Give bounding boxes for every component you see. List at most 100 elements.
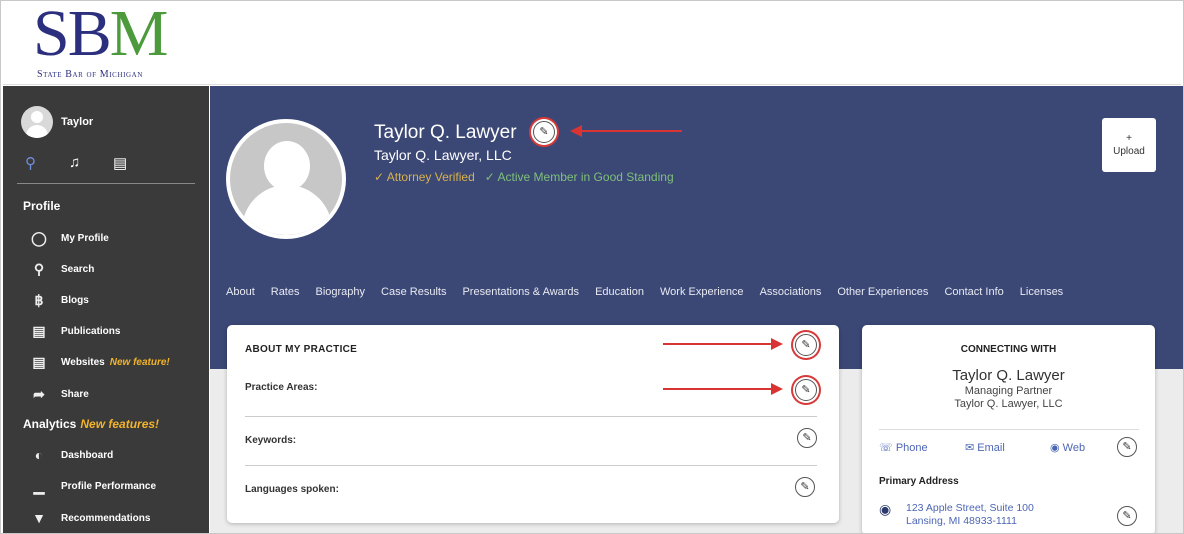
tab-education[interactable]: Education xyxy=(595,286,644,298)
pencil-icon: ✎ xyxy=(539,126,549,138)
blog-icon: ฿ xyxy=(34,291,44,308)
mail-icon: ✉ xyxy=(965,442,975,454)
gauge-icon: ◐ xyxy=(34,447,44,463)
logo-tagline: State Bar of Michigan xyxy=(37,69,143,80)
avatar-head xyxy=(264,141,310,191)
good-standing-badge: ✓ Active Member in Good Standing xyxy=(484,170,674,184)
address-title: Primary Address xyxy=(879,476,959,487)
practice-areas-label: Practice Areas: xyxy=(245,382,318,393)
edit-name-button[interactable]: ✎ xyxy=(533,121,555,143)
phone-icon: ☏ xyxy=(879,442,893,454)
status-badges: ✓ Attorney Verified ✓ Active Member in G… xyxy=(374,170,674,184)
map-pin-icon: ◉ xyxy=(879,501,892,517)
award-icon: ▼ xyxy=(32,510,46,526)
tab-associations[interactable]: Associations xyxy=(760,286,822,298)
plus-icon: + xyxy=(1126,133,1132,144)
user-name: Taylor xyxy=(61,116,94,128)
sidebar-item-websites[interactable]: ▤ Websites New feature! xyxy=(29,352,170,372)
sidebar-item-my-profile[interactable]: ◯ My Profile xyxy=(29,228,109,248)
phone-link[interactable]: ☏ Phone xyxy=(879,441,928,454)
new-features-badge: New features! xyxy=(80,417,160,431)
search-icon: ⚲ xyxy=(33,260,45,277)
pencil-icon: ✎ xyxy=(1122,441,1132,453)
divider xyxy=(245,465,817,466)
card-title: ABOUT MY PRACTICE xyxy=(245,344,358,355)
bar-chart-icon: ▁ xyxy=(33,477,45,494)
app-frame: SBM State Bar of Michigan Taylor ⚲ ♫ ▤ P… xyxy=(0,0,1184,534)
sidebar-item-dashboard[interactable]: ◐ Dashboard xyxy=(29,445,113,465)
avatar-body xyxy=(242,185,332,235)
sidebar-item-label: Recommendations xyxy=(61,512,151,524)
pencil-icon: ✎ xyxy=(1122,510,1132,522)
contact-firm: Taylor Q. Lawyer, LLC xyxy=(954,398,1063,410)
tab-presentations-awards[interactable]: Presentations & Awards xyxy=(462,286,579,298)
contact-name: Taylor Q. Lawyer xyxy=(952,367,1065,384)
tab-contact-info[interactable]: Contact Info xyxy=(944,286,1003,298)
annotation-arrow xyxy=(570,125,682,137)
edit-about-button[interactable]: ✎ xyxy=(795,334,817,356)
profile-firm: Taylor Q. Lawyer, LLC xyxy=(374,147,512,163)
edit-keywords-button[interactable]: ✎ xyxy=(797,428,817,448)
new-feature-badge: New feature! xyxy=(109,356,170,368)
tab-rates[interactable]: Rates xyxy=(271,286,300,298)
email-link[interactable]: ✉ Email xyxy=(965,441,1005,454)
tab-work-experience[interactable]: Work Experience xyxy=(660,286,744,298)
sidebar-item-profile-performance[interactable]: ▁ Profile Performance xyxy=(29,476,156,496)
about-practice-card: ABOUT MY PRACTICE ✎ Practice Areas: ✎ Ke… xyxy=(227,325,839,523)
edit-practice-areas-button[interactable]: ✎ xyxy=(795,379,817,401)
divider xyxy=(245,416,817,417)
edit-languages-button[interactable]: ✎ xyxy=(795,477,815,497)
sidebar-item-blogs[interactable]: ฿ Blogs xyxy=(29,290,89,310)
sidebar-item-label: Search xyxy=(61,263,95,275)
address-line-2: Lansing, MI 48933-1111 xyxy=(906,515,1017,527)
sidebar-item-label: My Profile xyxy=(61,232,109,244)
tab-biography[interactable]: Biography xyxy=(316,286,366,298)
contact-role: Managing Partner xyxy=(964,385,1053,397)
analytics-heading: Analytics New features! xyxy=(23,417,160,431)
profile-photo[interactable] xyxy=(226,119,346,239)
sidebar-item-label: Profile Performance xyxy=(61,480,157,492)
tab-about[interactable]: About xyxy=(226,286,255,298)
sidebar-user[interactable]: Taylor xyxy=(21,106,93,138)
languages-label: Languages spoken: xyxy=(245,484,339,495)
document-icon: ▤ xyxy=(32,322,46,339)
pencil-icon: ✎ xyxy=(801,384,811,396)
pencil-icon: ✎ xyxy=(800,481,810,493)
tab-other-experiences[interactable]: Other Experiences xyxy=(837,286,928,298)
user-circle-icon: ◯ xyxy=(31,229,47,246)
message-icon[interactable]: ▤ xyxy=(113,154,127,172)
pencil-icon: ✎ xyxy=(801,339,811,351)
site-header: SBM State Bar of Michigan xyxy=(3,1,1181,85)
tab-licenses[interactable]: Licenses xyxy=(1020,286,1063,298)
address-line-1: 123 Apple Street, Suite 100 xyxy=(906,502,1034,514)
avatar xyxy=(21,106,53,138)
search-icon[interactable]: ⚲ xyxy=(25,154,36,172)
annotation-arrow xyxy=(663,383,783,395)
sidebar-item-publications[interactable]: ▤ Publications xyxy=(29,321,120,341)
sbm-logo[interactable]: SBM State Bar of Michigan xyxy=(33,1,183,83)
edit-contact-button[interactable]: ✎ xyxy=(1117,437,1137,457)
sidebar-item-search[interactable]: ⚲ Search xyxy=(29,259,95,279)
sidebar-item-share[interactable]: ➦ Share xyxy=(29,384,89,404)
sidebar: Taylor ⚲ ♫ ▤ Profile ◯ My Profile ⚲ Sear… xyxy=(3,86,209,533)
upload-button[interactable]: + Upload xyxy=(1102,118,1156,172)
edit-address-button[interactable]: ✎ xyxy=(1117,506,1137,526)
sidebar-item-label: Dashboard xyxy=(61,449,114,461)
divider xyxy=(879,429,1139,430)
logo-mark: SBM xyxy=(33,0,168,70)
document-icon: ▤ xyxy=(32,353,46,370)
sidebar-item-label: Blogs xyxy=(61,294,89,306)
tab-case-results[interactable]: Case Results xyxy=(381,286,446,298)
sidebar-item-label: Websites xyxy=(61,356,105,368)
share-icon: ➦ xyxy=(33,385,45,402)
attorney-verified-badge: ✓ Attorney Verified xyxy=(374,170,475,184)
profile-tabs: About Rates Biography Case Results Prese… xyxy=(226,286,1063,298)
quick-actions: ⚲ ♫ ▤ xyxy=(17,150,195,184)
web-link[interactable]: ◉ Web xyxy=(1050,441,1085,454)
card-title: CONNECTING WITH xyxy=(960,344,1057,355)
bell-icon[interactable]: ♫ xyxy=(69,154,80,171)
contact-links: ☏ Phone ✉ Email ◉ Web xyxy=(879,441,1139,461)
sidebar-item-label: Share xyxy=(61,388,89,400)
pencil-icon: ✎ xyxy=(802,432,812,444)
sidebar-item-recommendations[interactable]: ▼ Recommendations xyxy=(29,508,150,528)
